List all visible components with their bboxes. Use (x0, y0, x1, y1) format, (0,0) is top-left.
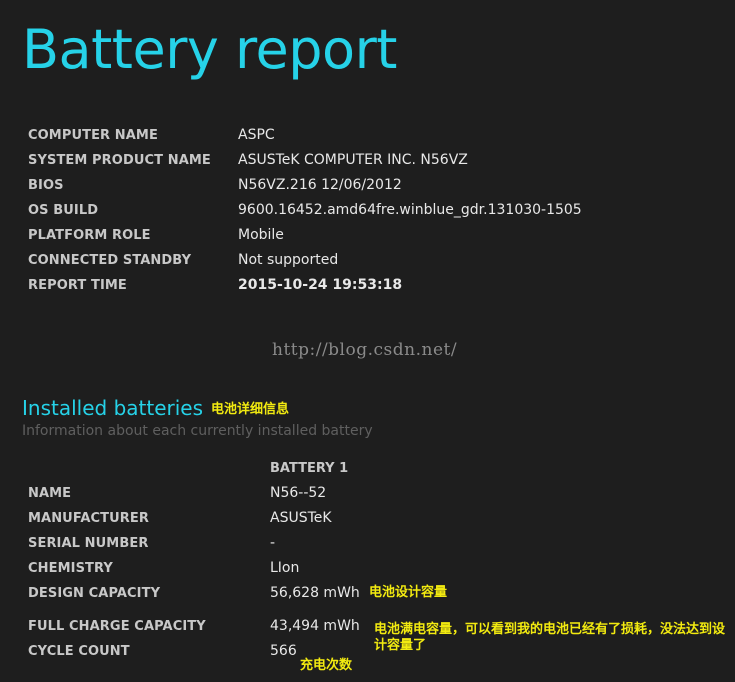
info-key: REPORT TIME (28, 278, 127, 293)
battery-key: CYCLE COUNT (28, 644, 130, 659)
info-value: ASPC (238, 127, 275, 143)
installed-batteries-subtitle: Information about each currently install… (22, 423, 373, 439)
info-key: PLATFORM ROLE (28, 228, 151, 243)
info-key: COMPUTER NAME (28, 128, 158, 143)
info-value: 9600.16452.amd64fre.winblue_gdr.131030-1… (238, 202, 582, 218)
battery-key: FULL CHARGE CAPACITY (28, 619, 206, 634)
info-value: N56VZ.216 12/06/2012 (238, 177, 402, 193)
battery-value: LIon (270, 560, 300, 576)
annotation-design-capacity: 电池设计容量 (369, 585, 448, 600)
battery-value: - (270, 535, 276, 551)
info-key: CONNECTED STANDBY (28, 253, 192, 268)
annotation-battery-details: 电池详细信息 (211, 402, 290, 417)
info-key: OS BUILD (28, 203, 99, 218)
annotation-full-charge-capacity: 电池满电容量，可以看到我的电池已经有了损耗，没法达到设计容量了 (374, 622, 726, 653)
battery-report-page: Battery report COMPUTER NAME ASPC SYSTEM… (0, 0, 735, 682)
battery-key: CHEMISTRY (28, 561, 113, 576)
battery-value: 566 (270, 643, 297, 659)
annotation-cycle-count: 充电次数 (300, 658, 353, 673)
info-value: Not supported (238, 252, 339, 268)
battery-key: MANUFACTURER (28, 511, 149, 526)
battery-key: DESIGN CAPACITY (28, 586, 161, 601)
info-value: 2015-10-24 19:53:18 (238, 277, 403, 293)
installed-batteries-heading: Installed batteries (22, 396, 204, 420)
info-key: SYSTEM PRODUCT NAME (28, 153, 211, 168)
battery-key: SERIAL NUMBER (28, 536, 149, 551)
battery-value: 56,628 mWh (270, 585, 360, 601)
battery-value: 43,494 mWh (270, 618, 360, 634)
info-value: ASUSTeK COMPUTER INC. N56VZ (238, 152, 468, 168)
page-title: Battery report (22, 18, 397, 81)
watermark-url: http://blog.csdn.net/ (272, 340, 458, 360)
battery-key: NAME (28, 486, 72, 501)
info-value: Mobile (238, 227, 284, 243)
battery-value: ASUSTeK (270, 510, 332, 526)
battery-value: N56--52 (270, 485, 327, 501)
battery-column-header: BATTERY 1 (270, 461, 349, 476)
info-key: BIOS (28, 178, 64, 193)
